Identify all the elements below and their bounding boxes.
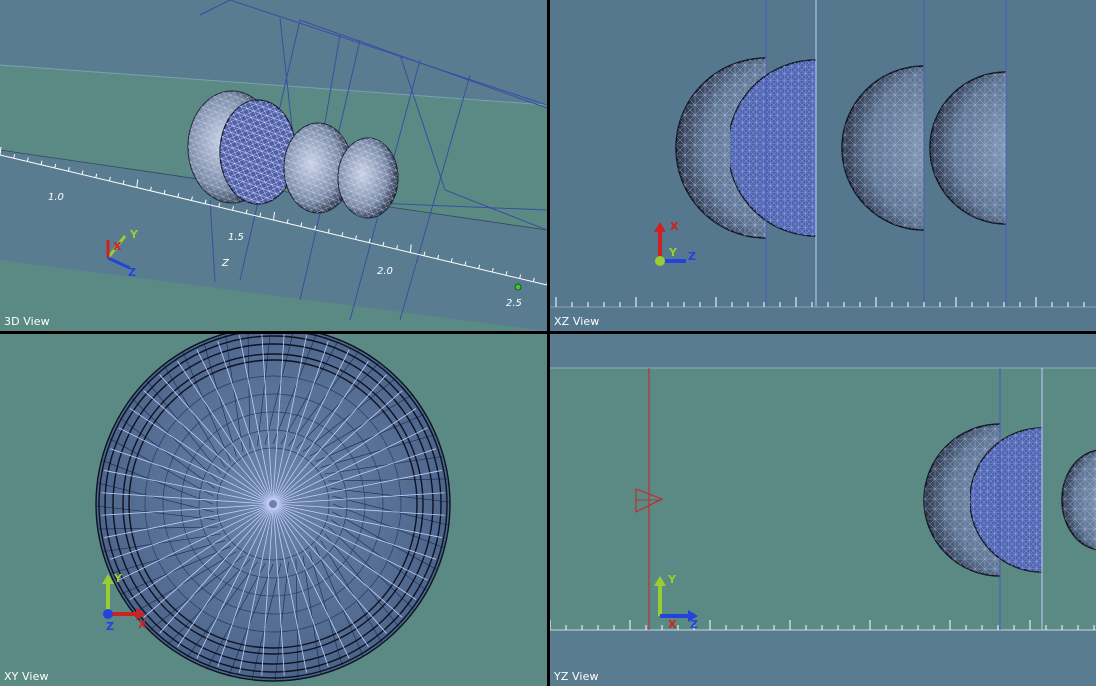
viewport-3d[interactable]: 1.0 1.5 2.0 2.5 Z Y X Z 3D View [0,0,547,331]
view-label-xy: XY View [4,670,49,683]
svg-text:Y: Y [129,228,139,241]
mesh-shapes-yz [923,423,1096,577]
origin-marker [514,283,522,291]
scene-3d: 1.0 1.5 2.0 2.5 Z Y X Z [0,0,547,331]
svg-text:X: X [668,618,677,631]
sphere-top-down [96,334,450,681]
ruler-label-1-5: 1.5 [228,232,244,243]
svg-text:Z: Z [688,250,696,263]
svg-text:Y: Y [113,572,123,585]
view-label-3d: 3D View [4,315,50,328]
ruler-label-2-5: 2.5 [506,298,522,309]
viewport-yz[interactable]: Y X Z YZ View [550,334,1096,686]
scene-xz: X Y Z [550,0,1096,331]
ruler-axis-z-label: Z [221,258,230,269]
svg-text:Z: Z [690,618,698,631]
view-label-xz: XZ View [554,315,600,328]
viewport-xy[interactable]: Y X Z XY View [0,334,547,686]
ruler-xz [555,297,1085,307]
svg-text:X: X [113,240,122,253]
ruler-label-1-0: 1.0 [48,192,64,203]
svg-text:Z: Z [128,266,136,279]
viewport-xz[interactable]: X Y Z XZ View [550,0,1096,331]
view-label-yz: YZ View [554,670,599,683]
svg-text:Y: Y [668,246,678,259]
scene-xy: Y X Z [95,334,451,682]
svg-text:X: X [670,220,679,233]
axis-triad-xz: X Y Z [654,220,696,266]
mesh-shapes-xz [675,57,1006,239]
svg-text:Z: Z [106,620,114,633]
axis-triad-yz: Y X Z [654,573,698,631]
ruler-label-2-0: 2.0 [377,266,393,277]
svg-text:Y: Y [667,573,677,586]
ruler-yz [550,620,1095,630]
scene-yz: Y X Z [550,334,1096,686]
svg-text:X: X [138,618,147,631]
